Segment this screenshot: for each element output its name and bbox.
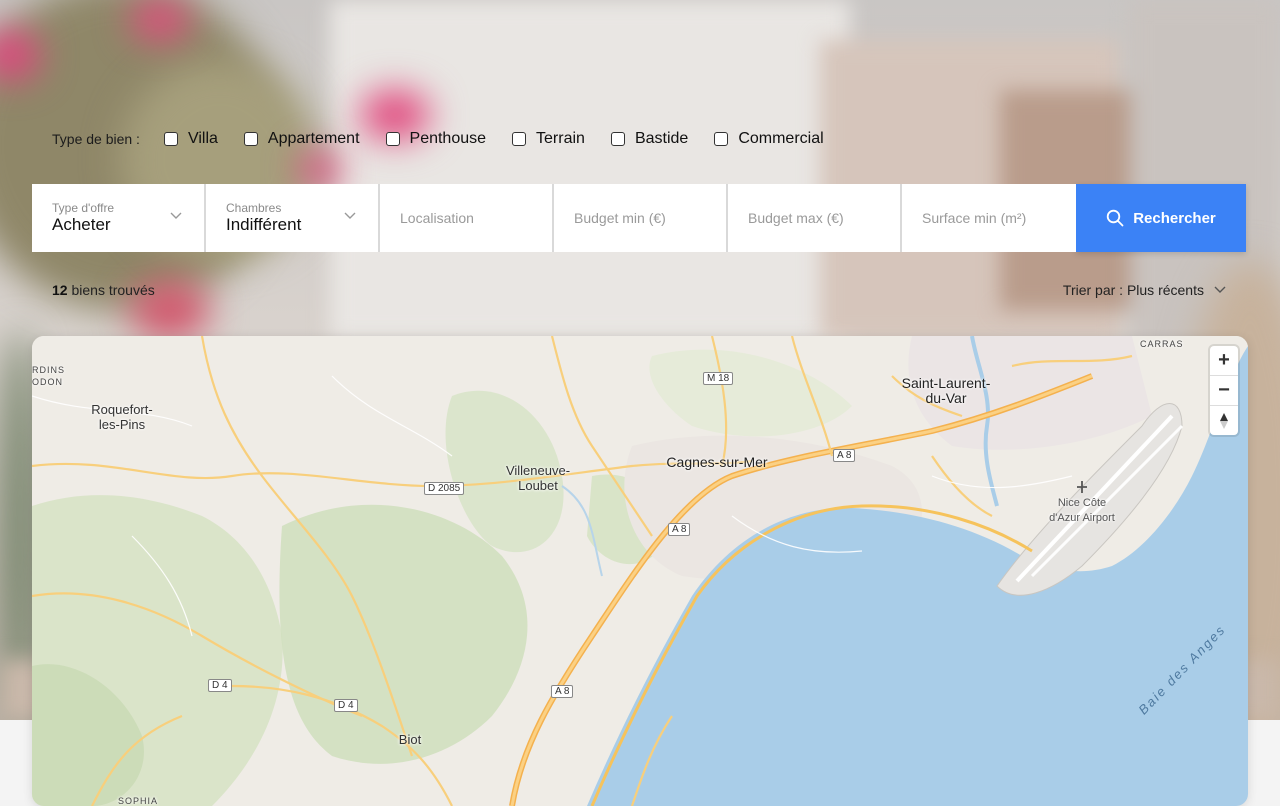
map-label-carras: CARRAS: [1140, 339, 1184, 349]
budget-min-input[interactable]: [554, 184, 726, 252]
budget-min-field: [554, 184, 728, 252]
zoom-out-button[interactable]: −: [1210, 376, 1238, 406]
road-shield: A 8: [551, 685, 574, 698]
chevron-down-icon: [170, 212, 182, 219]
rooms-value: Indifférent: [226, 215, 302, 234]
map-tiles: [32, 336, 1248, 806]
search-button-label: Rechercher: [1133, 209, 1216, 227]
chevron-down-icon: [1214, 286, 1226, 293]
checkbox-villa[interactable]: Villa: [163, 130, 218, 148]
checkbox-penthouse[interactable]: Penthouse: [385, 130, 487, 148]
map-label-cagnes: Cagnes-sur-Mer: [666, 454, 768, 470]
search-button[interactable]: Rechercher: [1076, 184, 1246, 252]
road-shield: A 8: [833, 449, 856, 462]
checkbox-box[interactable]: [385, 132, 400, 146]
road-shield: M 18: [703, 372, 734, 385]
checkbox-commercial[interactable]: Commercial: [714, 130, 824, 148]
map-label-airport: Nice Côte d'Azur Airport: [1049, 497, 1115, 524]
chevron-down-icon: [344, 212, 356, 219]
map-label-sophia: SOPHIA: [118, 796, 159, 806]
offer-type-value: Acheter: [52, 215, 111, 234]
location-input[interactable]: [380, 184, 552, 252]
surface-min-input[interactable]: [902, 184, 1076, 252]
surface-min-field: [902, 184, 1076, 252]
checkbox-label: Bastide: [634, 130, 689, 147]
results-count: 12 biens trouvés: [52, 282, 155, 298]
checkbox-box[interactable]: [243, 132, 258, 146]
budget-max-field: [728, 184, 902, 252]
results-count-number: 12: [52, 282, 68, 298]
results-map[interactable]: Saint-Laurent-du-Var Cagnes-sur-Mer Vill…: [32, 336, 1248, 806]
compass-icon: [1220, 412, 1228, 429]
road-shield: A 8: [668, 523, 691, 536]
results-count-suffix: biens trouvés: [71, 282, 155, 298]
map-label-villeneuve: Villeneuve-Loubet: [505, 463, 571, 493]
checkbox-appartement[interactable]: Appartement: [243, 130, 360, 148]
checkbox-box[interactable]: [512, 132, 527, 146]
search-icon: [1107, 209, 1124, 227]
map-label-roquefort: Roquefort-les-Pins: [91, 402, 153, 432]
road-shield: D 2085: [424, 482, 465, 495]
location-field: [380, 184, 554, 252]
sort-label: Trier par : Plus récents: [1062, 282, 1204, 298]
checkbox-label: Penthouse: [409, 130, 487, 147]
checkbox-label: Terrain: [536, 130, 585, 147]
rooms-select[interactable]: Chambres Indifférent: [206, 184, 380, 252]
checkbox-box[interactable]: [714, 132, 729, 146]
road-shield: D 4: [334, 699, 358, 712]
map-label-biot: Biot: [398, 732, 422, 747]
map-label-saint-laurent: Saint-Laurent-du-Var: [901, 375, 991, 406]
checkbox-label: Villa: [187, 130, 218, 147]
zoom-in-button[interactable]: +: [1210, 346, 1238, 376]
compass-button[interactable]: [1210, 406, 1238, 435]
checkbox-terrain[interactable]: Terrain: [512, 130, 585, 148]
property-type-filter: Type de bien : Villa Appartement Penthou…: [52, 128, 850, 150]
property-type-label: Type de bien :: [52, 131, 140, 147]
checkbox-box[interactable]: [610, 132, 625, 146]
checkbox-bastide[interactable]: Bastide: [610, 130, 689, 148]
search-bar: Type d'offre Acheter Chambres Indifféren…: [32, 184, 1246, 252]
checkbox-label: Commercial: [738, 130, 824, 147]
sort-dropdown[interactable]: Trier par : Plus récents: [1063, 282, 1226, 298]
budget-max-input[interactable]: [728, 184, 900, 252]
road-shield: D 4: [208, 679, 232, 692]
map-controls: + −: [1210, 346, 1238, 435]
checkbox-label: Appartement: [267, 130, 360, 147]
offer-type-label: Type d'offre: [52, 201, 115, 215]
map-label-odon: ODON: [32, 377, 63, 387]
checkbox-box[interactable]: [163, 132, 178, 146]
rooms-label: Chambres: [226, 201, 282, 215]
offer-type-select[interactable]: Type d'offre Acheter: [32, 184, 206, 252]
